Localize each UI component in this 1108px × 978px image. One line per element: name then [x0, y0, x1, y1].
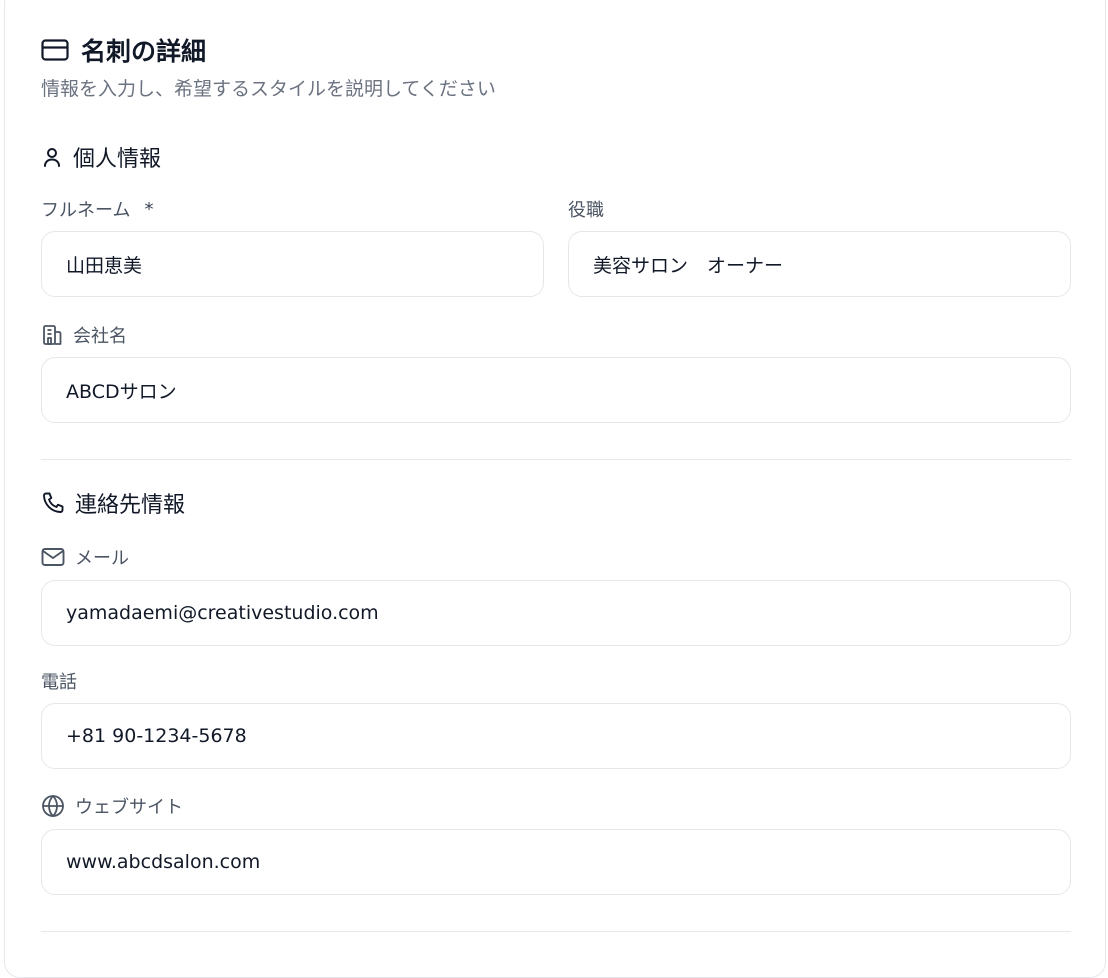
phone-icon	[41, 491, 65, 515]
user-icon	[41, 146, 63, 168]
job-title-input[interactable]	[568, 231, 1071, 297]
globe-icon	[41, 794, 65, 818]
section-divider	[41, 931, 1071, 932]
job-title-label: 役職	[568, 200, 604, 221]
section-divider	[41, 459, 1071, 460]
section-personal-info: 個人情報	[41, 141, 161, 173]
company-input[interactable]	[41, 357, 1071, 423]
company-label: 会社名	[41, 322, 127, 348]
full-name-label: フルネーム *	[41, 198, 154, 222]
panel-description: 情報を入力し、希望するスタイルを説明してください	[41, 78, 496, 100]
section-contact-info: 連絡先情報	[41, 487, 185, 519]
website-input[interactable]	[41, 829, 1071, 895]
phone-label: 電話	[41, 672, 77, 693]
phone-input[interactable]	[41, 703, 1071, 769]
panel-title: 名刺の詳細	[41, 32, 206, 68]
email-label: メール	[41, 544, 129, 570]
panel-title-text: 名刺の詳細	[81, 37, 207, 66]
mail-icon	[41, 547, 65, 567]
section-personal-info-title: 個人情報	[73, 147, 162, 172]
section-contact-info-title: 連絡先情報	[75, 493, 186, 518]
full-name-input[interactable]	[41, 231, 544, 297]
required-mark: *	[144, 198, 154, 220]
email-input[interactable]	[41, 580, 1071, 646]
website-label: ウェブサイト	[41, 793, 183, 819]
credit-card-icon	[41, 39, 69, 61]
building-icon	[41, 324, 63, 346]
